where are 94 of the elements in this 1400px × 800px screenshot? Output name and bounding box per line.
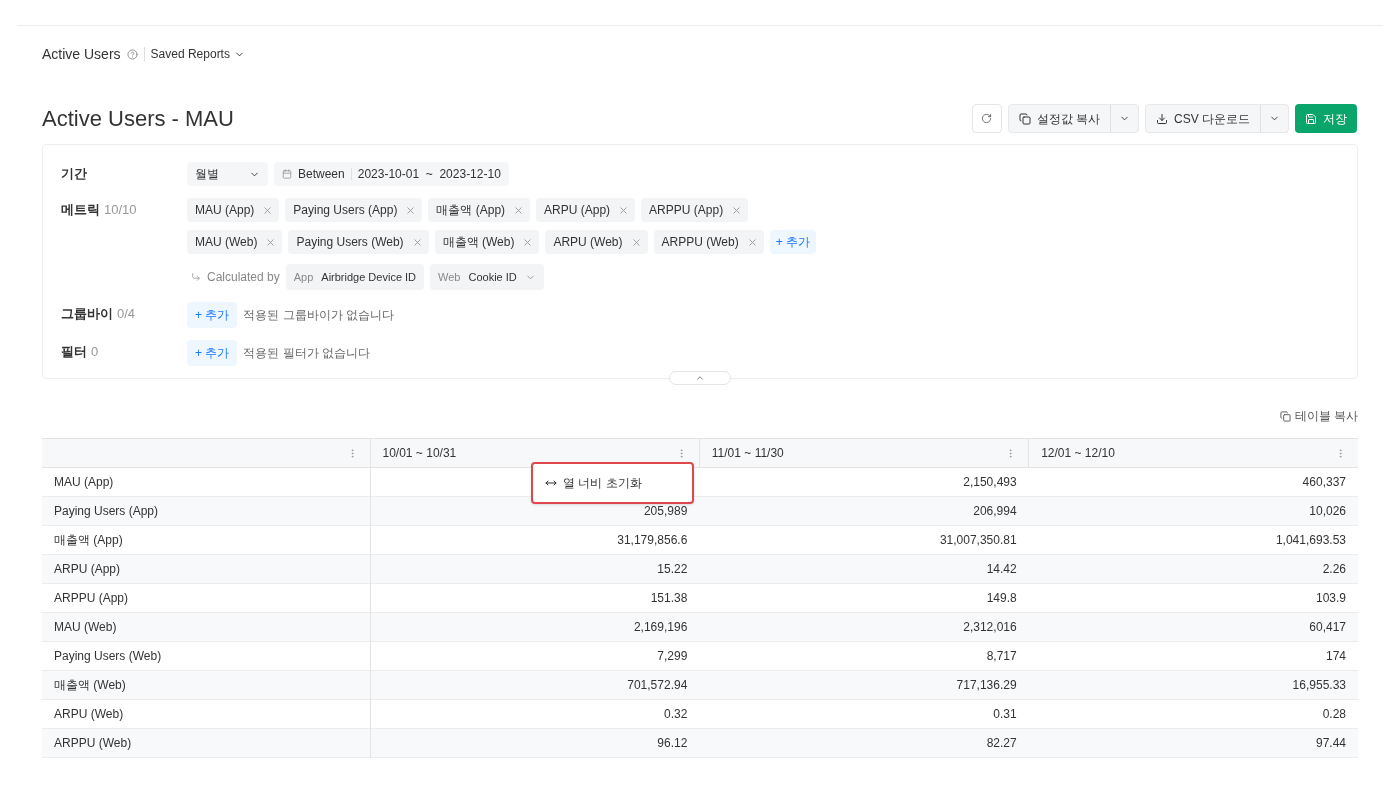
row-label-cell: ARPU (Web) <box>42 699 370 729</box>
table-cell: 701,572.94 <box>370 670 700 700</box>
header-cell: 11/01 ~ 11/30 <box>699 438 1029 468</box>
row-label-cell: MAU (Web) <box>42 612 370 642</box>
help-icon[interactable] <box>126 48 138 60</box>
table-cell: 2,169,196 <box>370 612 700 642</box>
add-button[interactable]: + 추가 <box>187 340 238 366</box>
row-label-cell: MAU (App) <box>42 467 370 497</box>
filter-label: 필터 <box>61 343 87 362</box>
refresh-icon <box>981 113 993 124</box>
page-title: Active Users - MAU <box>42 105 234 133</box>
table-cell: 10,026 <box>1028 496 1358 526</box>
row-label-cell: Paying Users (App) <box>42 496 370 526</box>
add-button[interactable]: + 추가 <box>769 230 816 254</box>
table-copy-button[interactable]: 테이블 복사 <box>1279 407 1358 425</box>
copy-icon <box>1018 112 1031 125</box>
metric-tag: ARPPU (App) <box>641 198 749 222</box>
table-cell: 31,179,856.6 <box>370 525 700 555</box>
metric-tag: MAU (App) <box>187 198 280 222</box>
remove-icon[interactable] <box>630 236 642 248</box>
empty-message: 적용된 필터가 없습니다 <box>243 345 370 362</box>
metric-tag: ARPU (App) <box>536 198 636 222</box>
groupby-label: 그룹바이 <box>61 305 113 324</box>
table-cell: 206,994 <box>699 496 1029 526</box>
table-cell: 717,136.29 <box>699 670 1029 700</box>
table-cell: 82.27 <box>699 728 1029 758</box>
table-cell: 460,337 <box>1028 467 1358 497</box>
remove-icon[interactable] <box>522 236 534 248</box>
table-cell: 149.8 <box>699 583 1029 613</box>
table-cell: 0.28 <box>1028 699 1358 729</box>
table-cell: 2.26 <box>1028 554 1358 584</box>
refresh-button[interactable] <box>971 104 1002 133</box>
table-cell: 60,417 <box>1028 612 1358 642</box>
metric-tag: 매출액 (Web) <box>434 230 540 254</box>
metric-tag: ARPU (Web) <box>545 230 648 254</box>
metrics-label: 메트릭 <box>61 201 100 220</box>
table-cell: 0.31 <box>699 699 1029 729</box>
remove-icon[interactable] <box>411 236 423 248</box>
remove-icon[interactable] <box>265 236 277 248</box>
remove-icon[interactable] <box>731 204 743 216</box>
remove-icon[interactable] <box>618 204 630 216</box>
period-label: 기간 <box>61 165 87 184</box>
table-cell: 174 <box>1028 641 1358 671</box>
row-label-cell: 매출액 (Web) <box>42 670 370 700</box>
row-label-cell: ARPPU (Web) <box>42 728 370 758</box>
row-label-cell: 매출액 (App) <box>42 525 370 555</box>
calculated-by-label: Calculated by <box>207 269 280 286</box>
remove-icon[interactable] <box>405 204 417 216</box>
saved-reports-dropdown[interactable]: Saved Reports <box>150 45 245 63</box>
empty-message: 적용된 그룹바이가 없습니다 <box>243 307 394 324</box>
identifier-dropdown[interactable]: App Airbridge Device ID <box>285 264 425 290</box>
metric-tag: ARPPU (Web) <box>653 230 764 254</box>
table-cell: 2,312,016 <box>699 612 1029 642</box>
save-icon <box>1305 112 1317 125</box>
collapse-icon <box>695 373 705 383</box>
remove-icon[interactable] <box>513 204 525 216</box>
metric-tag: MAU (Web) <box>187 230 283 254</box>
remove-icon[interactable] <box>746 236 758 248</box>
metric-tag: 매출액 (App) <box>428 198 531 222</box>
row-label-cell: ARPU (App) <box>42 554 370 584</box>
metric-tag: Paying Users (App) <box>285 198 423 222</box>
granularity-dropdown[interactable]: 월별 <box>187 162 268 186</box>
table-cell: 205,989 <box>370 496 700 526</box>
count-label: 0 <box>91 343 99 362</box>
calendar-icon <box>282 169 292 179</box>
table-cell: 97.44 <box>1028 728 1358 758</box>
table-cell: 2,150,493 <box>699 467 1029 497</box>
row-label-cell: Paying Users (Web) <box>42 641 370 671</box>
download-icon <box>1156 112 1168 125</box>
copy-icon <box>1279 410 1291 422</box>
collapse-button[interactable] <box>669 371 731 385</box>
metric-tag: Paying Users (Web) <box>288 230 429 254</box>
identifier-dropdown[interactable]: Web Cookie ID <box>430 264 544 290</box>
table-cell: 1,041,693.53 <box>1028 525 1358 555</box>
table-cell: 31,007,350.81 <box>699 525 1029 555</box>
table-cell: 14.42 <box>699 554 1029 584</box>
table-cell: 103.9 <box>1028 583 1358 613</box>
table-cell: 96.12 <box>370 728 700 758</box>
count-label: 10/10 <box>104 201 137 220</box>
date-range-picker[interactable]: Between 2023-10-01 ~ 2023-12-10 <box>274 162 509 186</box>
sub-arrow-icon <box>191 272 201 282</box>
reset-column-width-item[interactable]: 열 너비 초기화 <box>545 474 642 492</box>
breadcrumb-title: Active Users <box>42 44 121 64</box>
table-cell: 16,955.33 <box>1028 670 1358 700</box>
table-cell: 151.38 <box>370 583 700 613</box>
table-cell: 0.32 <box>370 699 700 729</box>
table-cell: 7,299 <box>370 641 700 671</box>
remove-icon[interactable] <box>262 204 274 216</box>
header-cell: 12/01 ~ 12/10 <box>1028 438 1358 468</box>
count-label: 0/4 <box>117 305 136 324</box>
add-button[interactable]: + 추가 <box>187 302 238 328</box>
table-cell: 15.22 <box>370 554 700 584</box>
table-cell: 8,717 <box>699 641 1029 671</box>
row-label-cell: ARPPU (App) <box>42 583 370 613</box>
